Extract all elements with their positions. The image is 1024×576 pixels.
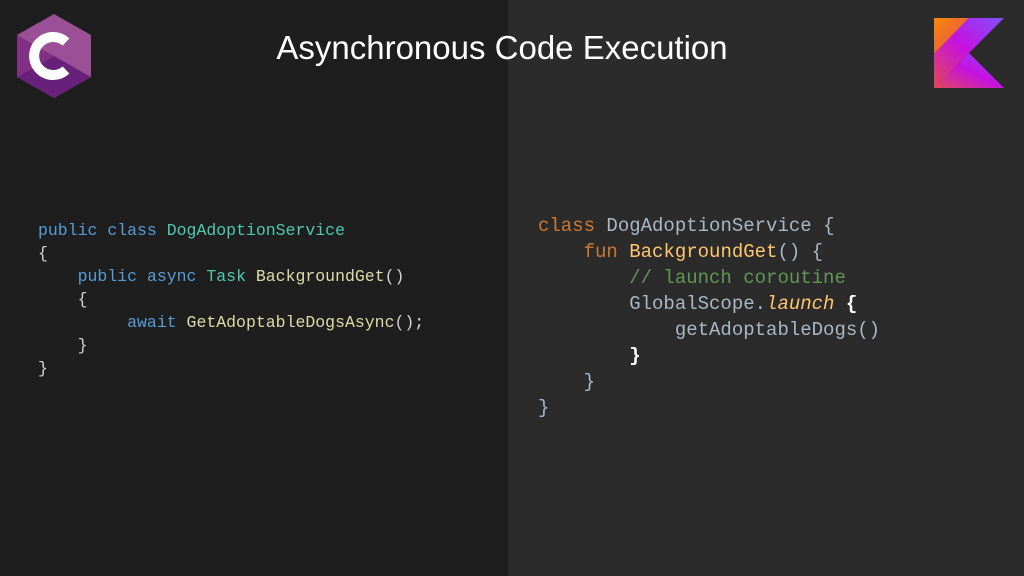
punctuation: {	[38, 244, 48, 263]
csharp-code-block: public class DogAdoptionService { public …	[38, 219, 424, 380]
type-name: Task	[206, 267, 246, 286]
csharp-line-6: }	[38, 334, 424, 357]
function-name: getAdoptableDogs	[674, 319, 858, 341]
csharp-line-1: public class DogAdoptionService	[38, 219, 424, 242]
punctuation: }	[629, 345, 641, 367]
keyword: public	[38, 221, 98, 240]
punctuation: }	[583, 371, 596, 393]
kotlin-logo-icon	[934, 18, 1004, 88]
function-name: launch	[766, 293, 835, 315]
keyword: class	[538, 215, 596, 237]
kotlin-line-7: }	[538, 369, 880, 395]
keyword: await	[127, 313, 177, 332]
kotlin-code-block: class DogAdoptionService { fun Backgroun…	[538, 213, 880, 421]
kotlin-line-4: GlobalScope.launch {	[538, 291, 880, 317]
punctuation: ()	[384, 267, 405, 286]
keyword: public	[77, 267, 138, 286]
punctuation: ();	[394, 313, 425, 332]
class-name: DogAdoptionService	[606, 215, 812, 237]
function-name: BackgroundGet	[629, 241, 778, 263]
punctuation: {	[823, 215, 835, 237]
method-name: GetAdoptableDogsAsync	[186, 313, 395, 332]
kotlin-line-2: fun BackgroundGet() {	[538, 239, 880, 265]
punctuation: () {	[777, 241, 824, 263]
kotlin-line-6: }	[538, 343, 880, 369]
keyword: fun	[583, 241, 618, 263]
csharp-line-7: }	[38, 357, 424, 380]
csharp-line-5: await GetAdoptableDogsAsync();	[38, 311, 424, 334]
punctuation: }	[38, 359, 48, 378]
kotlin-line-1: class DogAdoptionService {	[538, 213, 880, 239]
csharp-line-3: public async Task BackgroundGet()	[38, 265, 424, 288]
kotlin-line-5: getAdoptableDogs()	[538, 317, 880, 343]
csharp-line-4: {	[38, 288, 424, 311]
keyword: async	[146, 267, 197, 286]
csharp-line-2: {	[38, 242, 424, 265]
keyword: class	[107, 221, 157, 240]
object-name: GlobalScope	[629, 293, 755, 315]
type-name: DogAdoptionService	[166, 221, 345, 240]
punctuation: .	[754, 293, 767, 315]
method-name: BackgroundGet	[255, 267, 385, 286]
code-comment: // launch coroutine	[629, 267, 846, 289]
punctuation: }	[77, 336, 88, 355]
punctuation: ()	[857, 319, 881, 341]
punctuation: {	[77, 290, 88, 309]
punctuation: {	[845, 293, 858, 315]
kotlin-line-3: // launch coroutine	[538, 265, 880, 291]
punctuation: }	[538, 397, 550, 419]
kotlin-line-8: }	[538, 395, 880, 421]
slide-title: Asynchronous Code Execution	[276, 29, 728, 66]
